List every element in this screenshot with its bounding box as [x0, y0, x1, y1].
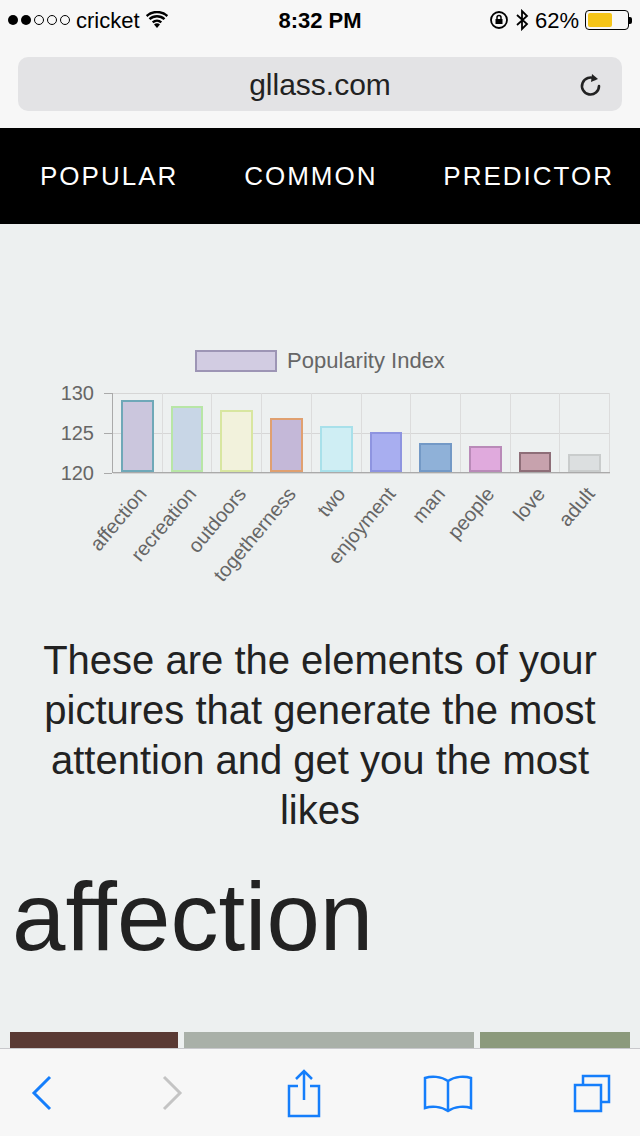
bar-chart: 130125120 — [0, 393, 640, 473]
battery-fill — [588, 13, 612, 27]
battery-percent: 62% — [535, 4, 579, 37]
bar-slot — [411, 393, 461, 472]
bar[interactable] — [270, 418, 303, 472]
photo — [10, 1032, 178, 1048]
forward-icon[interactable] — [156, 1073, 186, 1113]
y-tick: 130 — [61, 381, 94, 405]
nav-link[interactable]: POPULAR — [40, 157, 178, 196]
bar-slot — [262, 393, 312, 472]
x-label: love — [508, 483, 548, 525]
bar[interactable] — [519, 452, 552, 472]
address-bar[interactable]: gllass.com — [18, 57, 622, 111]
bar-slot — [163, 393, 213, 472]
bar-slot — [461, 393, 511, 472]
signal-dot — [8, 15, 18, 25]
back-icon[interactable] — [28, 1073, 58, 1113]
photo — [480, 1032, 630, 1048]
tabs-icon[interactable] — [572, 1073, 612, 1113]
browser-toolbar — [0, 1048, 640, 1136]
bar[interactable] — [469, 446, 502, 472]
chart-legend: Popularity Index — [0, 224, 640, 377]
signal-dot — [21, 15, 31, 25]
bar[interactable] — [171, 406, 204, 472]
legend-swatch — [195, 350, 277, 372]
bookmarks-icon[interactable] — [422, 1073, 474, 1113]
url[interactable]: gllass.com — [249, 62, 391, 107]
bar[interactable] — [568, 454, 601, 472]
clock: 8:32 PM — [278, 8, 361, 33]
x-label-slot: adult — [560, 473, 610, 597]
legend-label: Popularity Index — [287, 344, 445, 377]
nav-link[interactable]: COMMON — [244, 157, 377, 196]
x-label: two — [313, 483, 350, 521]
signal-dot — [60, 15, 70, 25]
status-bar: cricket 8:32 PM 62% — [0, 0, 640, 40]
y-tick: 125 — [61, 421, 94, 445]
gridline — [113, 473, 610, 474]
x-label-slot: people — [461, 473, 511, 597]
x-label: adult — [554, 483, 599, 530]
tick-mark — [104, 393, 112, 394]
y-tick: 120 — [61, 461, 94, 485]
bar-slot — [511, 393, 561, 472]
wifi-icon — [146, 11, 168, 29]
signal-dot — [34, 15, 44, 25]
photo-strip — [0, 1032, 640, 1048]
bar-slot — [312, 393, 362, 472]
bar-slot — [212, 393, 262, 472]
nav-link[interactable]: PREDICTOR — [443, 157, 614, 196]
bar[interactable] — [121, 400, 154, 472]
bar[interactable] — [370, 432, 403, 472]
rotation-lock-icon — [489, 10, 509, 30]
caption: These are the elements of your pictures … — [0, 635, 640, 835]
x-label: people — [443, 483, 498, 543]
photo — [184, 1032, 474, 1048]
signal-dot — [47, 15, 57, 25]
site-nav: POPULAR COMMON PREDICTOR — [0, 128, 640, 224]
battery-icon — [585, 10, 629, 30]
x-label-slot: togetherness — [261, 473, 311, 597]
x-label: man — [407, 483, 449, 527]
bar-slot — [362, 393, 412, 472]
bars — [113, 393, 610, 472]
bar[interactable] — [220, 410, 253, 472]
bar[interactable] — [419, 443, 452, 472]
tick-mark — [104, 433, 112, 434]
y-axis: 130125120 — [0, 393, 112, 473]
bluetooth-icon — [515, 9, 529, 31]
content: Popularity Index 130125120 affectionrecr… — [0, 224, 640, 1048]
address-area: gllass.com — [0, 40, 640, 128]
tick-mark — [104, 473, 112, 474]
reload-icon[interactable] — [578, 71, 604, 99]
bar[interactable] — [320, 426, 353, 472]
carrier: cricket — [76, 4, 140, 37]
x-label-slot: love — [510, 473, 560, 597]
section-title: affection — [0, 869, 640, 965]
plot-area — [112, 393, 610, 473]
signal-strength-icon — [8, 15, 70, 25]
share-icon[interactable] — [284, 1068, 324, 1118]
bar-slot — [560, 393, 610, 472]
x-axis: affectionrecreationoutdoorstogethernesst… — [112, 473, 610, 597]
bar-slot — [113, 393, 163, 472]
x-label-slot: enjoyment — [361, 473, 411, 597]
